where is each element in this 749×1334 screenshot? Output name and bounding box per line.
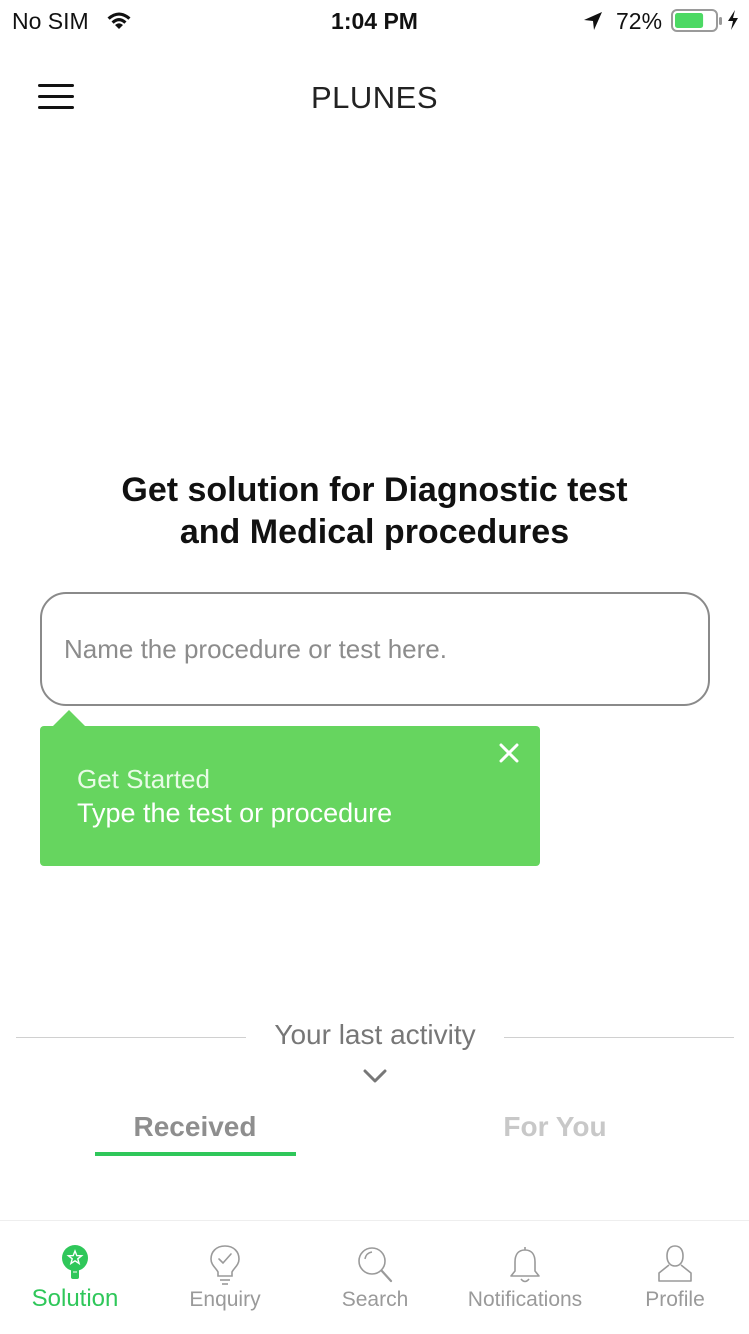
- tabbar-item-enquiry[interactable]: Enquiry: [150, 1221, 300, 1334]
- magnifier-icon: [355, 1243, 395, 1287]
- tabbar-label-notifications: Notifications: [467, 1288, 583, 1311]
- tabbar-label-profile: Profile: [645, 1288, 705, 1311]
- headline-line-1: Get solution for Diagnostic test: [121, 471, 628, 509]
- tabbar-item-notifications[interactable]: Notifications: [450, 1221, 600, 1334]
- tabbar-label-enquiry: Enquiry: [189, 1288, 261, 1311]
- app-title: PLUNES: [310, 80, 439, 115]
- selected-tab-indicator: [95, 1152, 296, 1156]
- bell-icon: [505, 1243, 545, 1287]
- page-headline: Get solution for Diagnostic test and Med…: [60, 469, 689, 553]
- chevron-down-icon[interactable]: [362, 1068, 388, 1089]
- tooltip-title: Get Started: [77, 764, 210, 794]
- lightbulb-star-icon: [55, 1243, 95, 1287]
- tabbar-label-search: Search: [341, 1288, 409, 1311]
- tabbar-item-solution[interactable]: Solution: [0, 1221, 150, 1334]
- status-bar: No SIM 1:04 PM 72%: [0, 0, 749, 40]
- tooltip-text: Type the test or procedure: [77, 798, 393, 828]
- procedure-search-input[interactable]: [64, 622, 684, 676]
- divider-left: [16, 1037, 246, 1038]
- headline-line-2: and Medical procedures: [179, 513, 570, 551]
- app-screen: No SIM 1:04 PM 72% PLUNES Get solution f…: [0, 0, 749, 1334]
- search-field-container[interactable]: [40, 592, 710, 706]
- last-activity-heading: Your last activity: [274, 1019, 476, 1050]
- tabbar-label-solution: Solution: [31, 1285, 119, 1312]
- divider-right: [504, 1037, 734, 1038]
- bottom-tab-bar: Solution Enquiry Search Notifications Pr…: [0, 1220, 749, 1334]
- close-icon[interactable]: [496, 740, 522, 766]
- tooltip-pointer: [52, 710, 86, 727]
- get-started-tooltip: Get Started Type the test or procedure: [40, 726, 540, 866]
- tab-received[interactable]: Received: [95, 1111, 295, 1143]
- tab-for-you[interactable]: For You: [455, 1111, 655, 1143]
- tabbar-item-profile[interactable]: Profile: [600, 1221, 749, 1334]
- tabbar-item-search[interactable]: Search: [300, 1221, 450, 1334]
- person-icon: [655, 1243, 695, 1287]
- battery-icon: [671, 9, 723, 38]
- location-arrow-icon: [582, 10, 604, 37]
- battery-percent-label: 72%: [616, 8, 663, 34]
- charging-bolt-icon: [726, 9, 740, 36]
- lightbulb-check-icon: [205, 1243, 245, 1287]
